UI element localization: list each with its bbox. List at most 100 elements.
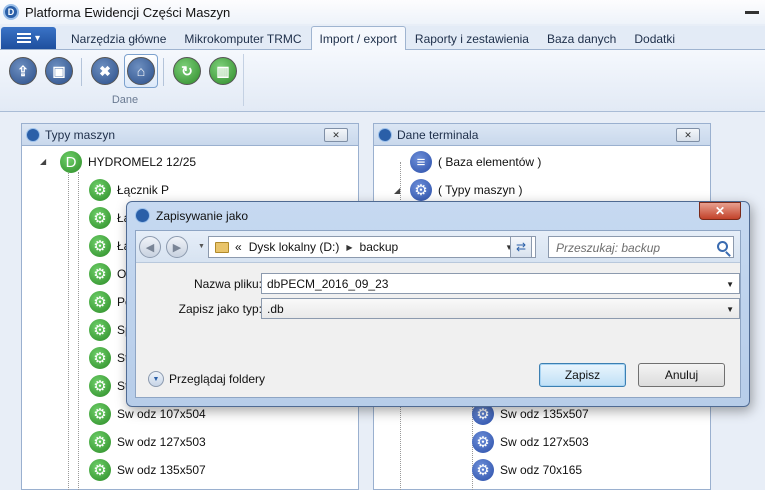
trash-icon: ▥ [209, 57, 237, 85]
tab-raporty[interactable]: Raporty i zestawienia [406, 27, 538, 49]
tree-line [68, 162, 69, 490]
search-icon[interactable] [717, 241, 728, 252]
forward-button[interactable]: ▶ [166, 236, 188, 258]
gear-icon: ⚙ [89, 263, 111, 285]
tab-mikrokomputer-trmc[interactable]: Mikrokomputer TRMC [175, 27, 310, 49]
refresh-icon: ↻ [173, 57, 201, 85]
tree-item[interactable]: ⚙ Sw odz 135x507 [89, 456, 206, 484]
address-bar[interactable]: « Dysk lokalny (D:) ▶ backup ▼ [208, 236, 536, 258]
home-icon: ⌂ [127, 57, 155, 85]
gear-icon: ⚙ [89, 319, 111, 341]
ribbon-separator [163, 58, 164, 86]
panel-title: Dane terminala [397, 127, 479, 142]
tree-line [78, 172, 79, 490]
panel-header: Dane terminala [374, 124, 710, 146]
dialog-close-button[interactable]: ✕ [699, 202, 741, 220]
panel-header: Typy maszyn [22, 124, 358, 146]
tree-item[interactable]: ⚙ Łącznik P [89, 176, 169, 204]
tree-node-label: ( Baza elementów ) [438, 155, 542, 169]
ribbon-panel: ⇪ ▣ ✖ ⌂ ↻ ▥ Dane [0, 50, 765, 112]
chevron-down-icon[interactable]: ▼ [726, 305, 734, 314]
refresh-icon[interactable]: ⇄ [510, 236, 532, 258]
tab-baza-danych[interactable]: Baza danych [538, 27, 625, 49]
app-menu-button[interactable]: ▾ [1, 27, 56, 49]
breadcrumb-folder[interactable]: backup [360, 240, 399, 254]
filename-field[interactable]: dbPECM_2016_09_23 ▼ [261, 273, 740, 294]
filename-value: dbPECM_2016_09_23 [267, 277, 389, 291]
panel-title: Typy maszyn [45, 127, 116, 142]
browse-folders-label: Przeglądaj foldery [169, 372, 266, 386]
delete-button[interactable]: ▥ [206, 54, 240, 88]
tree-item-label: Sw odz 127x503 [117, 435, 206, 449]
filetype-label: Zapisz jako typ: [178, 302, 262, 316]
tree-item-label: Sw odz 70x165 [500, 463, 583, 477]
save-database-button[interactable]: ▣ [42, 54, 76, 88]
cancel-button[interactable]: Anuluj [638, 363, 725, 387]
refresh-button[interactable]: ↻ [170, 54, 204, 88]
tree-item[interactable]: ⚙ Sw odz 70x165 [472, 456, 582, 484]
breadcrumb-prefix: « [235, 240, 242, 254]
tree-node[interactable]: ⚙ ( Typy maszyn ) [410, 176, 522, 204]
gear-icon: ⚙ [89, 291, 111, 313]
gear-icon: ⚙ [472, 431, 494, 453]
gear-icon: ⚙ [89, 207, 111, 229]
tab-narzedzia-glowne[interactable]: Narzędzia główne [62, 27, 175, 49]
gear-icon: ⚙ [89, 347, 111, 369]
filetype-select[interactable]: .db ▼ [261, 298, 740, 319]
machine-logo-icon: D [60, 151, 82, 173]
tree-item[interactable]: ⚙ St [89, 344, 128, 372]
tree-node[interactable]: ≡ ( Baza elementów ) [410, 148, 541, 176]
tree-item[interactable]: ⚙ Łą [89, 204, 130, 232]
home-button[interactable]: ⌂ [124, 54, 158, 88]
filetype-value: .db [267, 302, 284, 316]
dialog-title-bar: Zapisywanie jako [135, 208, 248, 223]
tools-icon: ✖ [91, 57, 119, 85]
tab-dodatki[interactable]: Dodatki [625, 27, 684, 49]
chevron-right-icon[interactable]: ▶ [346, 243, 352, 252]
close-icon[interactable]: ✕ [676, 128, 700, 142]
tree-item[interactable]: ⚙ St [89, 372, 128, 400]
tree-item-label: Sw odz 127x503 [500, 435, 589, 449]
back-button[interactable]: ◀ [139, 236, 161, 258]
chevron-down-icon: ▼ [148, 371, 164, 387]
gear-icon: ⚙ [89, 459, 111, 481]
tree-item[interactable]: ⚙ Sw odz 127x503 [472, 428, 589, 456]
search-input[interactable]: Przeszukaj: backup [548, 236, 734, 258]
collapse-icon[interactable]: ◢ [394, 186, 400, 195]
tab-import-export[interactable]: Import / export [310, 26, 406, 50]
dialog-title: Zapisywanie jako [156, 208, 249, 223]
panel-logo-icon [26, 127, 40, 142]
chevron-down-icon[interactable]: ▼ [726, 280, 734, 289]
tools-button[interactable]: ✖ [88, 54, 122, 88]
save-as-dialog: Zapisywanie jako ✕ ◀ ▶ ▼ « Dysk lokalny … [126, 201, 750, 407]
navigation-bar: ◀ ▶ ▼ « Dysk lokalny (D:) ▶ backup ▼ ⇄ P… [136, 231, 740, 263]
title-bar: D Platforma Ewidencji Części Maszyn [0, 0, 765, 24]
breadcrumb-drive[interactable]: Dysk lokalny (D:) [249, 240, 340, 254]
filename-label: Nazwa pliku: [193, 277, 262, 291]
tree-item[interactable]: ⚙ Sw odz 127x503 [89, 428, 206, 456]
tree-node-label: ( Typy maszyn ) [438, 183, 523, 197]
search-placeholder: Przeszukaj: backup [556, 241, 661, 255]
tree-root[interactable]: D HYDROMEL2 12/25 [60, 148, 196, 176]
gear-icon: ⚙ [89, 431, 111, 453]
minimize-icon[interactable] [745, 11, 759, 14]
collapse-icon[interactable]: ◢ [40, 157, 46, 166]
dialog-logo-icon [135, 208, 150, 223]
panel-logo-icon [378, 127, 392, 142]
database-icon: ≡ [410, 151, 432, 173]
tree-item-label: Łącznik P [117, 183, 170, 197]
gear-icon: ⚙ [89, 235, 111, 257]
save-button[interactable]: Zapisz [539, 363, 626, 387]
import-button[interactable]: ⇪ [6, 54, 40, 88]
save-icon: ▣ [45, 57, 73, 85]
ribbon-separator [81, 58, 82, 86]
tree-item[interactable]: ⚙ Łą [89, 232, 130, 260]
machine-types-icon: ⚙ [410, 179, 432, 201]
gear-icon: ⚙ [472, 459, 494, 481]
recent-locations-icon[interactable]: ▼ [198, 243, 205, 250]
gear-icon: ⚙ [89, 179, 111, 201]
app-title: Platforma Ewidencji Części Maszyn [25, 4, 231, 20]
close-icon[interactable]: ✕ [324, 128, 348, 142]
menu-icon [16, 33, 31, 43]
browse-folders-toggle[interactable]: ▼ Przeglądaj foldery [148, 371, 265, 387]
